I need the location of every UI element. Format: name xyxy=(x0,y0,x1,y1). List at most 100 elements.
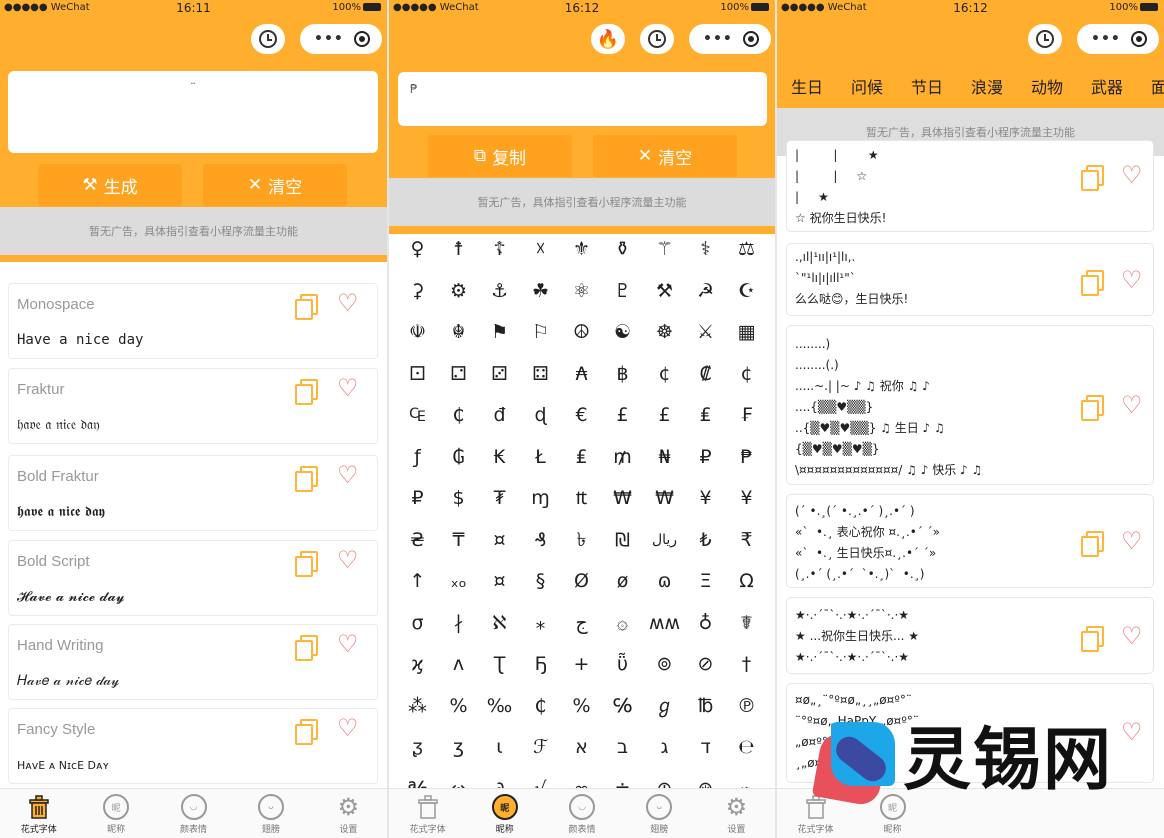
symbol-cell[interactable]: ₽ xyxy=(397,478,438,519)
symbol-cell[interactable]: ᶚ xyxy=(397,727,438,768)
symbol-cell[interactable]: ⁎ xyxy=(520,603,561,644)
tab-wings[interactable]: ᴗ 翅膀 xyxy=(232,789,309,838)
symbol-cell[interactable]: ₠ xyxy=(397,395,438,436)
symbol-cell[interactable]: ℅ xyxy=(602,686,643,727)
favorite-heart-icon[interactable]: ♡ xyxy=(1121,529,1143,553)
symbol-cell[interactable]: ⚒ xyxy=(644,271,685,312)
symbol-cell[interactable]: ₓₒ xyxy=(438,561,479,602)
symbol-cell[interactable]: ⚜ xyxy=(561,229,602,270)
symbol-cell[interactable]: Ω xyxy=(726,561,767,602)
symbol-cell[interactable]: ℮ xyxy=(726,727,767,768)
symbol-cell[interactable]: ¤ xyxy=(479,561,520,602)
symbol-cell[interactable]: ד xyxy=(685,727,726,768)
copy-icon[interactable] xyxy=(295,379,318,405)
symbol-cell[interactable]: ⚖ xyxy=(726,229,767,270)
symbol-cell[interactable]: ₰ xyxy=(520,520,561,561)
greeting-card[interactable]: .,ıl|¹ıı|ı¹|lı,. `"¹lı|ı|ıll¹"` 么么哒😊，生日快… xyxy=(786,243,1154,316)
symbol-cell[interactable]: ℵ xyxy=(479,603,520,644)
symbol-cell[interactable]: ₳ xyxy=(561,354,602,395)
symbol-cell[interactable]: % xyxy=(438,686,479,727)
symbol-cell[interactable]: ☪ xyxy=(726,271,767,312)
generate-button[interactable]: ⚒ 生成 xyxy=(38,164,182,206)
favorite-heart-icon[interactable]: ♡ xyxy=(337,632,359,656)
symbol-cell[interactable]: ₡ xyxy=(685,354,726,395)
symbol-cell[interactable]: ג xyxy=(644,727,685,768)
symbol-cell[interactable]: ⁂ xyxy=(397,686,438,727)
symbol-cell[interactable]: ɖ xyxy=(520,395,561,436)
symbol-cell[interactable]: ₦ xyxy=(644,437,685,478)
symbol-cell[interactable]: ₤ xyxy=(685,395,726,436)
copy-icon[interactable] xyxy=(1081,395,1104,421)
symbol-cell[interactable]: ₲ xyxy=(438,437,479,478)
symbol-cell[interactable]: ϗ xyxy=(397,644,438,685)
symbol-cell[interactable]: ۞ xyxy=(602,603,643,644)
tab-nickname[interactable]: 昵 昵称 xyxy=(77,789,154,838)
symbol-cell[interactable]: € xyxy=(561,395,602,436)
favorite-heart-icon[interactable]: ♡ xyxy=(337,463,359,487)
symbol-cell[interactable]: ☬ xyxy=(438,312,479,353)
symbol-cell[interactable]: ☓ xyxy=(520,229,561,270)
symbol-cell[interactable]: ₽ xyxy=(685,437,726,478)
font-card[interactable]: Fancy Style HᴀᴠE ᴀ NɪᴄE Dᴀʏ ♡ xyxy=(8,708,378,784)
symbol-cell[interactable]: ℊ xyxy=(644,686,685,727)
symbol-cell[interactable]: σ xyxy=(397,603,438,644)
symbol-cell[interactable]: Ξ xyxy=(685,561,726,602)
greeting-card[interactable]: (´ •.¸(´ •.¸.•´ )¸.•´ ) «` •.¸ 表心祝你 ¤.¸.… xyxy=(786,494,1154,588)
font-card[interactable]: Bold Script 𝓗𝓪𝓿𝓮 𝓪 𝓷𝓲𝓬𝓮 𝓭𝓪𝔂 ♡ xyxy=(8,540,378,616)
symbol-cell[interactable]: ⚕ xyxy=(685,229,726,270)
symbol-cell[interactable]: ב xyxy=(602,727,643,768)
symbol-cell[interactable]: ₸ xyxy=(438,520,479,561)
symbol-cell[interactable]: ⚙ xyxy=(438,271,479,312)
symbol-cell[interactable]: ⚃ xyxy=(520,354,561,395)
symbol-cell[interactable]: ¥ xyxy=(726,478,767,519)
symbol-cell[interactable]: ⚳ xyxy=(397,271,438,312)
symbol-cell[interactable]: ₵ xyxy=(438,395,479,436)
symbol-cell[interactable]: ⚚ xyxy=(644,229,685,270)
symbol-cell[interactable]: א xyxy=(561,727,602,768)
greeting-card[interactable]: | | ★ | | ☆ | ★ ☆ 祝你生日快乐! ♡ xyxy=(786,140,1154,232)
symbol-cell[interactable]: ƒ xyxy=(397,437,438,478)
symbol-cell[interactable]: ♁ xyxy=(685,603,726,644)
symbol-cell[interactable]: ⊘ xyxy=(685,644,726,685)
symbol-cell[interactable]: ♇ xyxy=(602,271,643,312)
miniprogram-capsule[interactable]: ••• xyxy=(689,24,771,54)
symbol-cell[interactable]: ₤ xyxy=(561,437,602,478)
symbol-cell[interactable]: ⚔ xyxy=(685,312,726,353)
tab-emoticon[interactable]: ◡ 颜表情 xyxy=(155,789,232,838)
symbol-cell[interactable]: ⚱ xyxy=(602,229,643,270)
symbol-cell[interactable]: ʒ xyxy=(438,727,479,768)
symbol-cell[interactable]: Ҕ xyxy=(520,644,561,685)
symbol-cell[interactable]: Ʈ xyxy=(479,644,520,685)
font-card[interactable]: Fraktur 𝔥𝔞𝔳𝔢 𝔞 𝔫𝔦𝔠𝔢 𝔡𝔞𝔶 ♡ xyxy=(8,368,378,444)
symbol-cell[interactable]: ☫ xyxy=(397,312,438,353)
tab-settings[interactable]: ⚙ 设置 xyxy=(698,789,775,838)
copy-icon[interactable] xyxy=(295,719,318,745)
copy-icon[interactable] xyxy=(295,635,318,661)
symbol-cell[interactable]: ₺ xyxy=(685,520,726,561)
symbol-cell[interactable]: ʍʍ xyxy=(644,603,685,644)
category-tab[interactable]: 面 xyxy=(1151,74,1164,98)
symbol-cell[interactable]: ₱ xyxy=(726,437,767,478)
category-tab[interactable]: 动物 xyxy=(1031,74,1063,98)
miniprogram-capsule[interactable]: ••• xyxy=(300,24,382,54)
symbol-cell[interactable]: ⚀ xyxy=(397,354,438,395)
symbol-cell[interactable]: ↑ xyxy=(397,561,438,602)
symbol-cell[interactable]: ▦ xyxy=(726,312,767,353)
symbol-cell[interactable]: ♀ xyxy=(397,229,438,270)
symbol-cell[interactable]: ¢ xyxy=(644,354,685,395)
symbol-cell[interactable]: ⊚ xyxy=(644,644,685,685)
symbol-cell[interactable]: ج xyxy=(561,603,602,644)
hot-button[interactable]: 🔥 xyxy=(591,24,625,54)
favorite-heart-icon[interactable]: ♡ xyxy=(337,376,359,400)
favorite-heart-icon[interactable]: ♡ xyxy=(1121,268,1143,292)
history-button[interactable] xyxy=(251,24,285,54)
symbol-cell[interactable]: † xyxy=(726,644,767,685)
symbol-cell[interactable]: ɱ xyxy=(520,478,561,519)
copy-icon[interactable] xyxy=(295,466,318,492)
tab-fancy-font[interactable]: 花式字体 xyxy=(0,789,77,838)
symbol-cell[interactable]: + xyxy=(561,644,602,685)
symbol-cell[interactable]: ῧ xyxy=(602,644,643,685)
symbol-cell[interactable]: ʌ xyxy=(438,644,479,685)
symbol-cell[interactable]: £ xyxy=(602,395,643,436)
symbol-cell[interactable]: ₣ xyxy=(726,395,767,436)
